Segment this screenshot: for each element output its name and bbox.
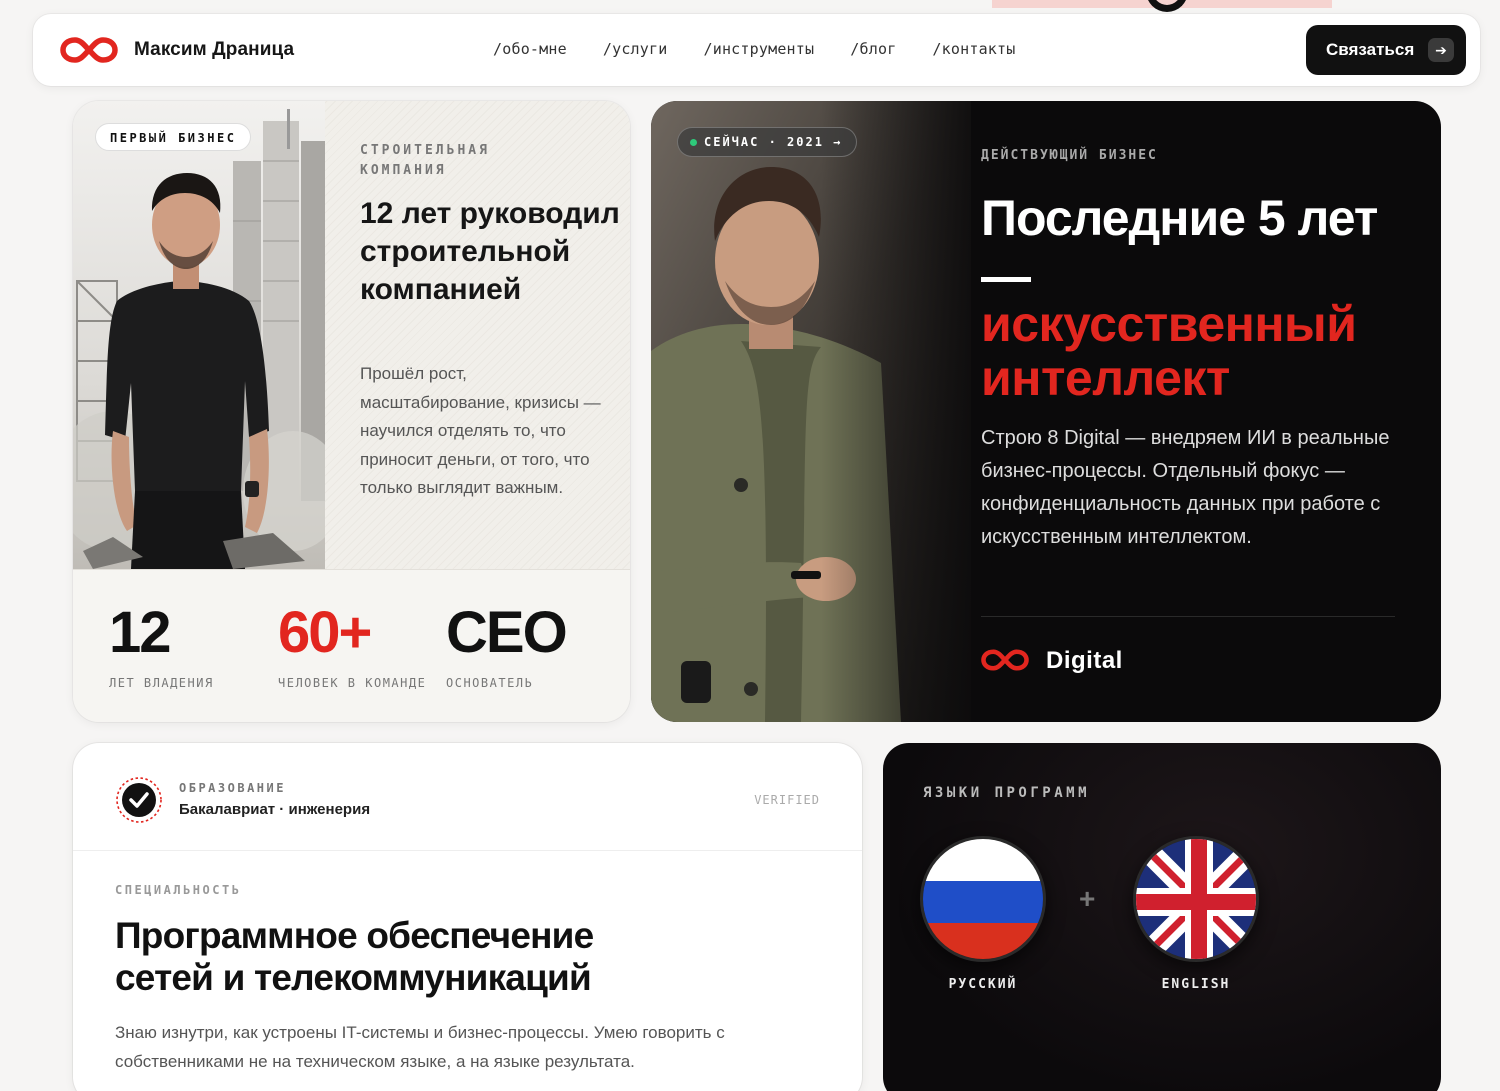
nav-link-blog[interactable]: /блог [850, 40, 896, 58]
language-label-english: ENGLISH [1161, 977, 1231, 992]
specialty-label: СПЕЦИАЛЬНОСТЬ [115, 883, 242, 897]
photo-fade-overlay [821, 101, 991, 722]
stat-value: 12 [109, 600, 172, 665]
divider [981, 616, 1395, 617]
stat-label: ЧЕЛОВЕК В КОМАНДЕ [278, 676, 427, 690]
current-business-description: Строю 8 Digital — внедряем ИИ в реальные… [981, 427, 1390, 548]
status-dot-icon [690, 139, 697, 146]
now-badge[interactable]: СЕЙЧАС · 2021 → [677, 127, 858, 157]
education-value: Бакалавриат · инженерия [179, 801, 371, 818]
nav-link-about[interactable]: /обо-мне [493, 40, 567, 58]
languages-label: ЯЗЫКИ ПРОГРАММ [923, 785, 1091, 801]
current-business-title: Последние 5 лет — [981, 190, 1378, 304]
first-business-eyebrow: СТРОИТЕЛЬНАЯ КОМПАНИЯ [360, 143, 490, 178]
now-badge-label: СЕЙЧАС · 2021 → [704, 135, 843, 149]
current-business-card: СЕЙЧАС · 2021 → ДЕЙСТВУЮЩИЙ БИЗНЕС После… [651, 101, 1441, 722]
current-business-title-accent: искусственный интеллект [981, 296, 1357, 406]
stat-role: CEO ОСНОВАТЕЛЬ [446, 598, 568, 690]
first-business-badge: ПЕРВЫЙ БИЗНЕС [95, 123, 252, 151]
specialty-title: Программное обеспечение сетей и телекомм… [115, 915, 594, 998]
stats-row: 12 ЛЕТ ВЛАДЕНИЯ 60+ ЧЕЛОВЕК В КОМАНДЕ CE… [73, 569, 630, 722]
verified-badge: VERIFIED [754, 793, 820, 807]
verified-check-icon [116, 777, 162, 823]
uk-flag-icon [1133, 836, 1259, 962]
nav-link-services[interactable]: /услуги [603, 40, 668, 58]
specialty-description: Знаю изнутри, как устроены IT-системы и … [115, 1023, 725, 1071]
contact-button-label: Связаться [1326, 40, 1415, 59]
education-label: ОБРАЗОВАНИЕ [179, 781, 286, 795]
stat-years: 12 ЛЕТ ВЛАДЕНИЯ [109, 598, 214, 690]
infinity-logo-icon[interactable] [60, 36, 118, 64]
nav-links: /обо-мне /услуги /инструменты /блог /кон… [493, 40, 1052, 58]
education-header: ОБРАЗОВАНИЕ Бакалавриат · инженерия VERI… [73, 743, 862, 851]
stat-team: 60+ ЧЕЛОВЕК В КОМАНДЕ [278, 598, 426, 690]
stat-value: 60+ [278, 600, 372, 665]
nav-link-contacts[interactable]: /контакты [932, 40, 1015, 58]
brand-name[interactable]: Максим Драница [134, 39, 294, 61]
nav-link-tools[interactable]: /инструменты [703, 40, 814, 58]
language-label-russian: РУССКИЙ [948, 977, 1018, 992]
arrow-right-icon: ➔ [1428, 38, 1454, 62]
contact-button[interactable]: Связаться ➔ [1306, 25, 1466, 75]
digital-brand[interactable]: Digital [1046, 647, 1123, 675]
stat-label: ЛЕТ ВЛАДЕНИЯ [109, 676, 214, 690]
navbar: Максим Драница /обо-мне /услуги /инструм… [33, 14, 1480, 86]
top-decoration-shape [1146, 0, 1188, 12]
languages-card: ЯЗЫКИ ПРОГРАММ РУССКИЙ + ENGLISH [883, 743, 1441, 1091]
plus-icon: + [1079, 883, 1096, 914]
current-business-eyebrow: ДЕЙСТВУЮЩИЙ БИЗНЕС [981, 148, 1158, 163]
stat-label: ОСНОВАТЕЛЬ [446, 676, 534, 690]
russia-flag-icon [920, 836, 1046, 962]
education-card: ОБРАЗОВАНИЕ Бакалавриат · инженерия VERI… [73, 743, 862, 1091]
first-business-description: Прошёл рост, масштабирование, кризисы — … [360, 364, 601, 498]
first-business-title: 12 лет руководил строительной компанией [360, 197, 620, 306]
portrait-photo [73, 101, 325, 569]
first-business-card: ПЕРВЫЙ БИЗНЕС СТРОИТЕЛЬНАЯ КОМПАНИЯ 12 л… [73, 101, 630, 722]
stat-value: CEO [446, 600, 568, 665]
infinity-logo-icon [981, 649, 1029, 671]
